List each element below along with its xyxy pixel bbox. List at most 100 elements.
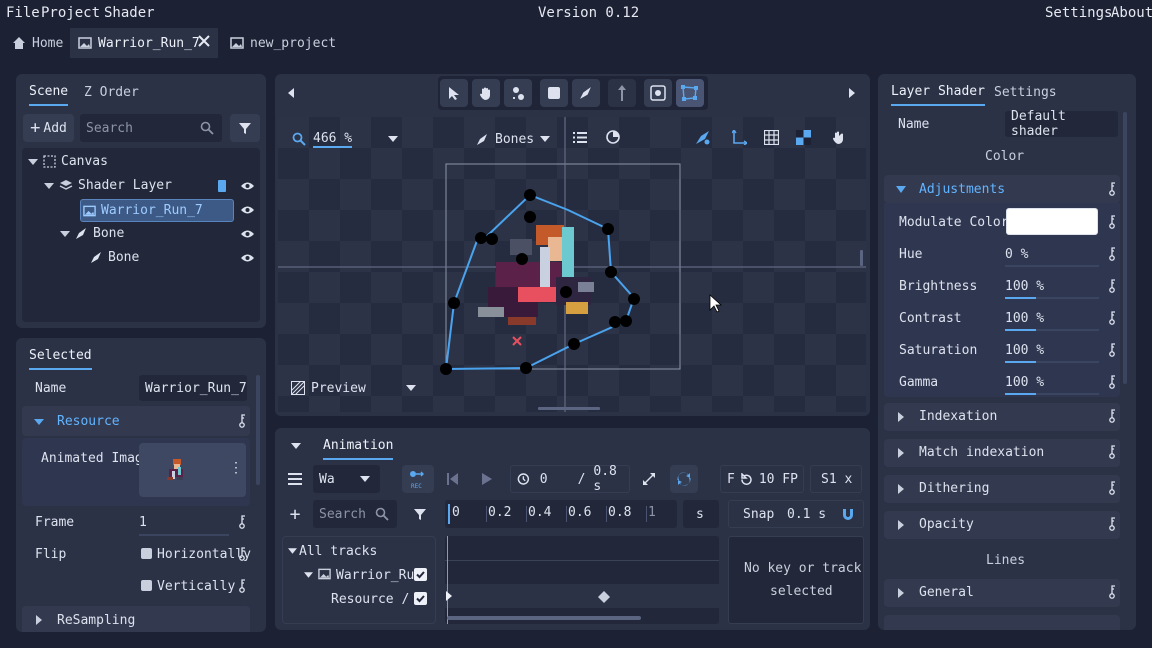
key-button[interactable]: [1108, 279, 1116, 293]
list-icon[interactable]: [573, 131, 587, 144]
animation-select[interactable]: Wa: [313, 465, 380, 493]
chevron-right-icon[interactable]: [848, 88, 855, 98]
rect-tool-button[interactable]: [540, 79, 568, 107]
adjust-value[interactable]: 100 %: [1005, 311, 1044, 326]
tab-animation[interactable]: Animation: [323, 438, 394, 460]
tab-z-order[interactable]: Z Order: [84, 85, 139, 100]
frame-value[interactable]: 1: [139, 515, 147, 530]
track-search-input[interactable]: Search: [313, 500, 397, 528]
filter-button[interactable]: [230, 114, 260, 142]
key-icon[interactable]: [238, 515, 246, 529]
track-warrior-label[interactable]: Warrior_Ru: [336, 568, 414, 583]
tree-item-bone-parent[interactable]: Bone: [60, 226, 124, 241]
animated-image-preview[interactable]: ⋮: [139, 443, 246, 497]
tab-layer-shader[interactable]: Layer Shader: [891, 84, 985, 106]
eye-icon[interactable]: [240, 205, 255, 215]
key-button[interactable]: [1108, 409, 1116, 423]
add-node-button[interactable]: + Add: [23, 114, 74, 142]
flip-vertically-checkbox[interactable]: [141, 580, 152, 591]
brush-tool-button[interactable]: [572, 79, 600, 107]
menu-about[interactable]: About: [1111, 5, 1152, 21]
zoom-control[interactable]: 466 %: [292, 126, 406, 152]
chevron-down-icon[interactable]: [288, 548, 297, 554]
menu-project[interactable]: Project: [41, 5, 100, 21]
menu-settings[interactable]: Settings: [1045, 5, 1112, 21]
timeline-scrollbar[interactable]: [447, 616, 641, 620]
flip-horizontally-checkbox[interactable]: [141, 548, 152, 559]
eye-icon[interactable]: [240, 181, 255, 191]
menu-shader[interactable]: Shader: [104, 5, 155, 21]
scrollbar[interactable]: [1123, 112, 1127, 384]
node-name-input[interactable]: Warrior_Run_7: [139, 375, 247, 401]
menu-file[interactable]: File: [6, 5, 40, 21]
track-timeline[interactable]: [445, 536, 719, 624]
axis-icon[interactable]: [732, 130, 747, 145]
hand-settings-icon[interactable]: [832, 130, 847, 145]
modulate-color-swatch[interactable]: [1006, 208, 1098, 235]
frame-slider-track[interactable]: [139, 534, 229, 536]
preview-dropdown[interactable]: Preview: [291, 376, 416, 400]
key-button[interactable]: [1108, 247, 1116, 261]
bones-dropdown[interactable]: Bones: [476, 126, 556, 152]
all-tracks-label[interactable]: All tracks: [299, 544, 377, 559]
timeline-ruler[interactable]: 0 0.2 0.4 0.6 0.8 1: [445, 500, 677, 528]
key-icon[interactable]: [1108, 481, 1116, 495]
animation-menu-button[interactable]: [282, 465, 308, 493]
polygon-tool-button[interactable]: [676, 79, 704, 107]
checker-bg-icon[interactable]: [796, 130, 811, 145]
adjust-value[interactable]: 100 %: [1005, 343, 1044, 358]
keyframe-marker[interactable]: [446, 591, 452, 601]
arrow-up-tool-button[interactable]: [608, 79, 636, 107]
viewport-canvas[interactable]: [278, 117, 866, 412]
key-button[interactable]: [1108, 481, 1116, 495]
snap-control[interactable]: Snap 0.1 s: [728, 500, 864, 528]
key-icon[interactable]: [238, 547, 246, 561]
loop-button[interactable]: [670, 465, 698, 493]
onion-skin-icon[interactable]: [606, 130, 621, 145]
more-options-icon[interactable]: ⋮: [229, 460, 243, 476]
key-button[interactable]: [1108, 375, 1116, 389]
key-icon[interactable]: [1108, 375, 1116, 389]
key-icon[interactable]: [1108, 409, 1116, 423]
adjust-value[interactable]: 100 %: [1005, 279, 1044, 294]
track-resource-label[interactable]: Resource /: [331, 592, 409, 607]
key-icon[interactable]: [1108, 279, 1116, 293]
bone-tool-button[interactable]: [504, 79, 532, 107]
adjust-value[interactable]: 0 %: [1005, 247, 1028, 262]
scene-search-input[interactable]: Search: [80, 114, 222, 142]
tree-item-bone-child[interactable]: Bone: [90, 250, 139, 265]
grid-icon[interactable]: [764, 130, 779, 145]
close-icon[interactable]: [197, 34, 211, 48]
scrollbar[interactable]: [256, 375, 260, 485]
skip-start-button[interactable]: [438, 465, 468, 493]
track-filter-button[interactable]: [405, 500, 435, 528]
speed-field[interactable]: S1 x: [810, 465, 862, 493]
expand-button[interactable]: [635, 465, 663, 493]
key-icon[interactable]: [1108, 311, 1116, 325]
chevron-down-icon[interactable]: [304, 572, 313, 578]
key-icon[interactable]: [1108, 215, 1116, 229]
key-icon[interactable]: [1108, 585, 1116, 599]
tab-home[interactable]: Home: [4, 28, 71, 58]
time-field[interactable]: 0 / 0.8 s: [510, 464, 630, 494]
adjust-value[interactable]: 100 %: [1005, 375, 1044, 390]
shader-name-input[interactable]: Default shader: [1005, 109, 1118, 139]
next-section-header[interactable]: [884, 615, 1120, 630]
shader-file-icon[interactable]: [217, 179, 227, 193]
bone-visibility-icon[interactable]: [695, 130, 711, 145]
key-button[interactable]: [1108, 311, 1116, 325]
playhead[interactable]: [448, 504, 450, 524]
tree-item-shader-layer[interactable]: Shader Layer: [44, 178, 172, 193]
tab-new-project[interactable]: new_project: [222, 28, 344, 58]
chevron-down-icon[interactable]: [291, 443, 301, 449]
add-track-button[interactable]: +: [282, 500, 308, 528]
eye-icon[interactable]: [240, 229, 255, 239]
tree-item-canvas[interactable]: Canvas: [28, 154, 108, 169]
key-icon[interactable]: [1108, 445, 1116, 459]
tab-scene[interactable]: Scene: [29, 84, 69, 106]
key-icon[interactable]: [1108, 343, 1116, 357]
key-button[interactable]: [1108, 517, 1116, 531]
key-icon[interactable]: [238, 579, 246, 593]
key-button[interactable]: [1108, 445, 1116, 459]
tab-shader-settings[interactable]: Settings: [994, 85, 1057, 100]
